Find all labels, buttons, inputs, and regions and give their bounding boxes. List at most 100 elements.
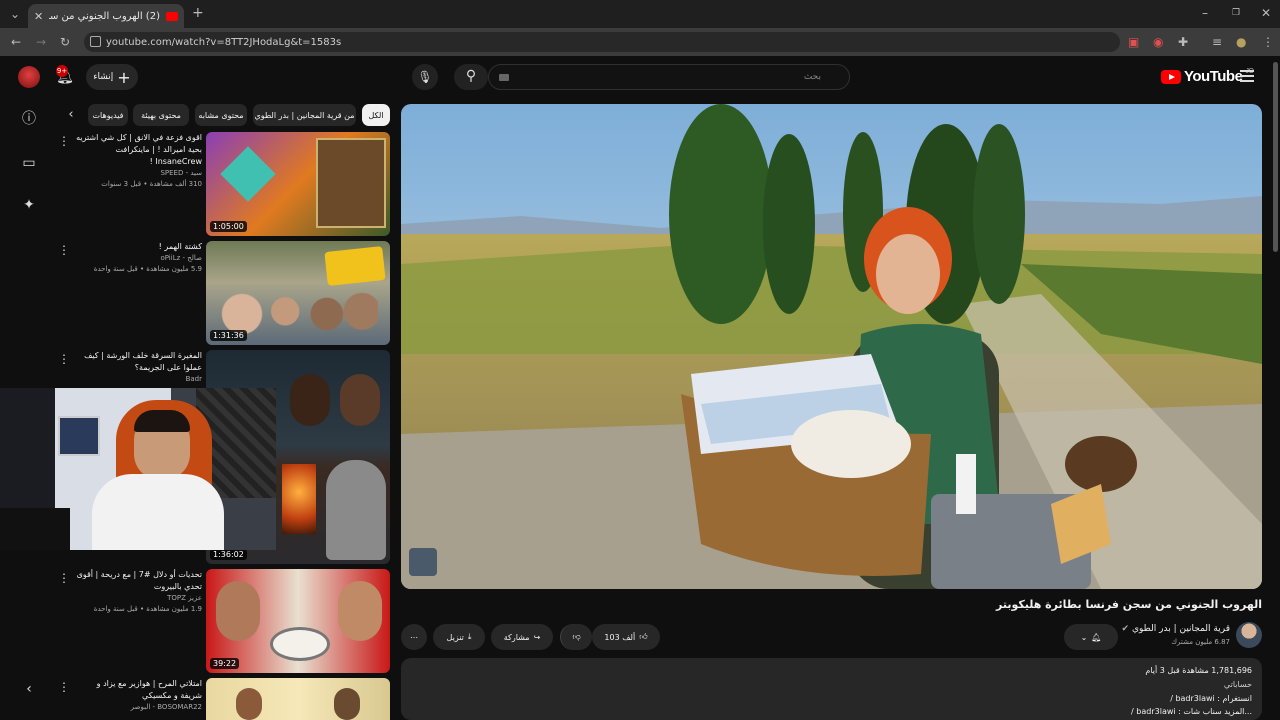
more-actions-icon[interactable]: ⋮ (58, 243, 70, 257)
video-duration: 1:31:36 (210, 330, 247, 341)
share-button[interactable]: مشاركة ↪ (491, 624, 553, 650)
video-frame (401, 104, 1262, 589)
dislike-button[interactable]: 👎︎ (560, 624, 592, 650)
browser-tab[interactable]: (2) الهروب الجنوني من سجن فرنسا ✕ (28, 4, 184, 28)
video-duration: 1:05:00 (210, 221, 247, 232)
restore-icon[interactable]: ❐ (1232, 6, 1240, 20)
channel-avatar[interactable] (1236, 622, 1262, 648)
profile-avatar-icon[interactable]: ● (1236, 35, 1246, 49)
thumbnail-art (340, 374, 380, 426)
plus-icon: + (117, 67, 131, 87)
reload-icon[interactable]: ↻ (60, 35, 70, 49)
page-scrollbar[interactable] (1273, 62, 1278, 252)
minimize-icon[interactable]: – (1202, 6, 1208, 20)
like-count: 103 ألف (604, 632, 636, 642)
back-icon[interactable]: ← (11, 35, 21, 49)
extensions-puzzle-icon[interactable]: ✚ (1178, 35, 1188, 49)
account-avatar[interactable] (18, 66, 40, 88)
related-channel: Badr (185, 375, 202, 383)
chat-icon[interactable]: ▭ (20, 154, 38, 172)
share-label: مشاركة (503, 632, 530, 642)
related-thumbnail-5[interactable] (206, 678, 390, 720)
description-line: انستغرام : badr3lawi / (1170, 694, 1252, 703)
video-duration: 1:36:02 (210, 549, 247, 560)
create-button[interactable]: إنشاء + (86, 64, 138, 90)
related-info-3[interactable]: المغيرة السرقة خلف الورشة | كيف عملوا عل… (76, 350, 202, 385)
end-screen-avatar[interactable] (409, 548, 437, 576)
hamburger-menu-icon[interactable] (1240, 70, 1254, 82)
thumbs-down-icon: 👎︎ (572, 632, 581, 641)
related-channel: سيد - SPEED (160, 169, 202, 177)
related-title: المغيرة السرقة خلف الورشة | كيف عملوا عل… (84, 351, 202, 372)
related-meta: 1.9 مليون مشاهدة • قبل سنة واحدة (93, 605, 202, 613)
chip-related-content[interactable]: محتوى بهيئة (133, 104, 189, 126)
new-tab-icon[interactable]: + (192, 6, 204, 20)
search-icon: ⚲ (465, 68, 477, 84)
download-button[interactable]: تنزيل ⤓ (433, 624, 485, 650)
verified-icon: ✔ (1121, 624, 1130, 634)
thumbnail-art (334, 688, 360, 720)
notifications-button[interactable]: 🔔︎ 9+ (54, 65, 76, 88)
chip-videos[interactable]: فيديوهات (88, 104, 128, 126)
close-window-icon[interactable]: ✕ (1261, 6, 1271, 20)
extension-icon-2[interactable]: ◉ (1153, 35, 1163, 49)
related-thumbnail-1[interactable]: 1:05:00 (206, 132, 390, 236)
views-and-date: 1,781,696 مشاهدة قبل 3 أيام (1145, 666, 1252, 675)
media-control-icon[interactable]: ≡ (1212, 35, 1222, 49)
info-icon[interactable]: ⓘ (20, 110, 38, 128)
desk-setup (0, 508, 70, 550)
more-actions-icon[interactable]: ⋮ (58, 352, 70, 366)
more-actions-icon[interactable]: ⋮ (58, 571, 70, 585)
chrome-menu-icon[interactable]: ⋮ (1262, 35, 1274, 49)
tab-search-icon[interactable]: ⌄ (10, 7, 20, 21)
more-horizontal-icon: ⋯ (410, 632, 418, 642)
thumbs-up-icon: 👍︎ (639, 632, 648, 641)
related-title: امتلاتي المرح | هوازير مع يزاد و شريفة و… (96, 679, 202, 700)
voice-search-button[interactable]: 🎙︎ (412, 64, 438, 90)
related-info-4[interactable]: تحديات أو دلال #7 | مع دريحة | أقوى تحدي… (76, 569, 202, 615)
related-thumbnail-4[interactable]: 39:22 (206, 569, 390, 673)
more-actions-icon[interactable]: ⋮ (58, 134, 70, 148)
chip-from-channel[interactable]: من قرية المجانين | بدر الطوي (253, 104, 356, 126)
search-button[interactable]: ⚲ (454, 64, 488, 90)
extension-icon[interactable]: ▣ (1128, 35, 1139, 49)
related-channel: عزيز TOPZ (167, 594, 202, 602)
thumbnail-art (270, 627, 330, 661)
channel-name[interactable]: قرية المجانين | بدر الطوي ✔ (1100, 624, 1230, 634)
more-actions-button[interactable]: ⋯ (401, 624, 427, 650)
forward-icon[interactable]: → (36, 35, 46, 49)
thumbnail-art (326, 460, 386, 560)
related-channel: صالح - oPiiLz (160, 254, 202, 262)
collapse-arrow-icon[interactable]: ‹ (20, 680, 38, 698)
related-title: كشتة الهمر ! (158, 242, 202, 251)
sparkle-icon[interactable]: ✦ (20, 196, 38, 214)
subscribed-button[interactable]: ⌄ 🔔︎ (1064, 624, 1118, 650)
chip-similar[interactable]: محتوى مشابه (195, 104, 247, 126)
keyboard-icon[interactable] (499, 74, 509, 81)
tab-title: (2) الهروب الجنوني من سجن فرنسا (49, 10, 160, 22)
url-text: youtube.com/watch?v=8TT2JHodaLg&t=1583s (106, 36, 342, 48)
thumbnail-art (316, 138, 386, 228)
more-actions-icon[interactable]: ⋮ (58, 680, 70, 694)
search-input[interactable]: بحث (488, 64, 850, 90)
description-line: حساباتي (1223, 680, 1252, 689)
streamer-shirt (92, 474, 224, 550)
description-line: ...المزيد سناب شات : badr3lawi / (1131, 707, 1252, 716)
site-info-icon[interactable] (90, 36, 101, 47)
thumbnail-art (216, 581, 260, 641)
related-info-2[interactable]: كشتة الهمر ! صالح - oPiiLz 5.9 مليون مشا… (76, 241, 202, 275)
video-player[interactable] (401, 104, 1262, 589)
related-meta: 5.9 مليون مشاهدة • قبل سنة واحدة (93, 265, 202, 273)
related-thumbnail-2[interactable]: 1:31:36 (206, 241, 390, 345)
chevron-down-icon: ⌄ (1080, 632, 1088, 642)
close-tab-icon[interactable]: ✕ (34, 10, 43, 23)
address-bar[interactable]: youtube.com/watch?v=8TT2JHodaLg&t=1583s (84, 32, 1120, 52)
related-info-1[interactable]: اقوى فزعة في الانق | كل شي اشتريه بحية ا… (76, 132, 202, 190)
like-button[interactable]: 103 ألف 👍︎ (592, 624, 660, 650)
webcam-overlay (0, 388, 276, 550)
download-label: تنزيل (446, 632, 464, 642)
related-title: اقوى فزعة في الانق | كل شي اشتريه بحية ا… (76, 133, 202, 166)
chips-scroll-left-icon[interactable]: ‹ (62, 106, 80, 124)
related-info-5[interactable]: امتلاتي المرح | هوازير مع يزاد و شريفة و… (76, 678, 202, 713)
chip-all[interactable]: الكل (362, 104, 390, 126)
